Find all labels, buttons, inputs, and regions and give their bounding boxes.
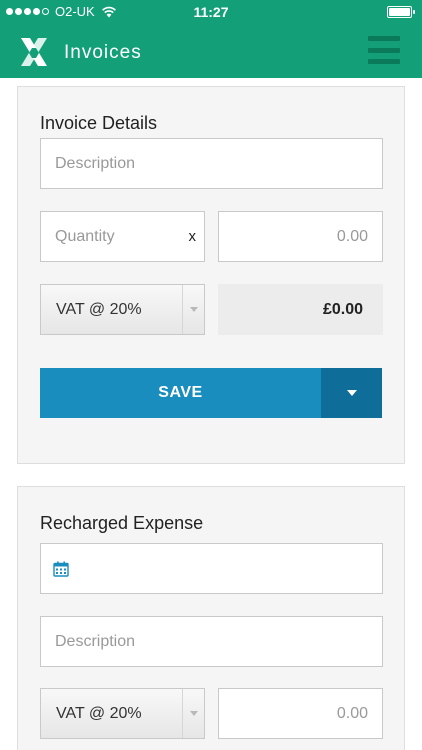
expense-amount-input[interactable]: 0.00 (218, 688, 383, 739)
invoice-total: £0.00 (218, 284, 383, 335)
description-placeholder: Description (55, 154, 136, 172)
calendar-icon[interactable] (53, 561, 69, 577)
unit-price-placeholder: 0.00 (336, 227, 368, 245)
hamburger-menu-icon[interactable] (368, 36, 400, 64)
vat-rate-label: VAT @ 20% (56, 300, 142, 318)
description-input[interactable]: Description (40, 138, 383, 189)
caret-down-icon (346, 390, 357, 396)
multiply-symbol: x (188, 228, 197, 245)
battery-icon (387, 6, 415, 18)
vat-rate-select[interactable]: VAT @ 20% (40, 284, 205, 335)
vat-dropdown-arrow-icon (182, 285, 204, 334)
invoices-screen: O2-UK 11:27 Invoices Invoice Details Des… (0, 0, 422, 750)
app-logo-icon[interactable] (19, 36, 49, 68)
expense-description-input[interactable]: Description (40, 616, 383, 667)
expense-amount-placeholder: 0.00 (336, 704, 368, 722)
invoice-details-title: Invoice Details (40, 113, 158, 133)
status-time: 11:27 (193, 4, 229, 20)
page-title: Invoices (64, 42, 142, 63)
save-options-toggle[interactable] (321, 368, 382, 418)
unit-price-input[interactable]: 0.00 (218, 211, 383, 262)
recharged-expense-title: Recharged Expense (40, 513, 204, 533)
recharged-expense-card: Recharged Expense Description VAT @ 20% (17, 486, 405, 750)
expense-vat-dropdown-arrow-icon (182, 689, 204, 738)
invoice-details-card: Invoice Details Description Quantity x 0… (17, 86, 405, 464)
status-bar: O2-UK 11:27 (0, 0, 422, 24)
quantity-placeholder: Quantity (55, 227, 115, 245)
save-button-group: SAVE (40, 368, 382, 418)
expense-description-placeholder: Description (55, 632, 136, 650)
expense-vat-rate-select[interactable]: VAT @ 20% (40, 688, 205, 739)
expense-vat-rate-label: VAT @ 20% (56, 704, 142, 722)
quantity-input[interactable]: Quantity x (40, 211, 205, 262)
app-header: Invoices (0, 24, 422, 78)
save-button[interactable]: SAVE (40, 368, 321, 418)
expense-date-input[interactable] (40, 543, 383, 594)
